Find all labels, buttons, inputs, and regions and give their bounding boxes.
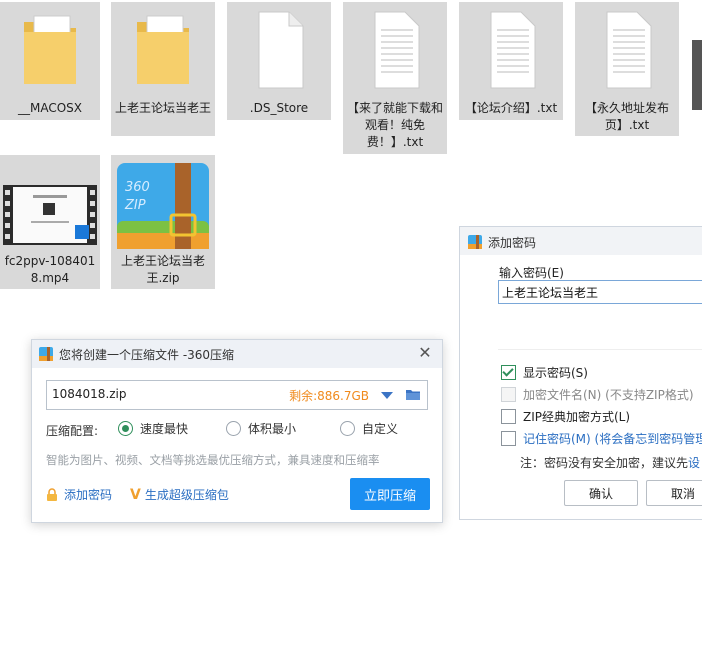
radio-selected[interactable] [118,421,133,436]
archive-filename-field[interactable]: 1084018.zip 剩余:886.7GB [46,380,428,410]
partial-video-icon [692,40,702,110]
setup-link[interactable]: 设 [688,456,700,470]
checkbox-label: ZIP经典加密方式(L) [523,410,631,424]
close-icon[interactable]: ✕ [416,344,434,362]
dialog-title: 您将创建一个压缩文件 -360压缩 [59,348,235,362]
file-tile[interactable]: 【永久地址发布页】.txt [575,2,679,136]
dialog-titlebar[interactable]: 您将创建一个压缩文件 -360压缩 ✕ [32,340,442,368]
checkbox-unchecked[interactable] [501,431,516,446]
add-password-label: 添加密码 [64,488,113,502]
radio-unselected[interactable] [226,421,241,436]
compress-dialog: 您将创建一个压缩文件 -360压缩 ✕ 1084018.zip 剩余:886.7… [31,339,443,523]
compress-now-button[interactable]: 立即压缩 [350,478,430,510]
confirm-button[interactable]: 确认 [564,480,638,506]
svg-text:ZIP: ZIP [124,198,146,213]
text-file-icon [343,8,447,94]
folder-browse-icon[interactable] [406,389,420,400]
archive-app-icon [39,347,53,361]
lock-icon [47,488,57,501]
password-label: 输入密码(E) [499,266,564,280]
show-password-checkbox[interactable]: 显示密码(S) [501,364,588,381]
blank-file-icon [227,8,331,94]
option-label: 体积最小 [248,422,297,436]
v-badge-icon: V [130,486,141,503]
file-tile[interactable]: 【论坛介绍】.txt [459,2,563,120]
password-value: 上老王论坛当老王 [502,286,599,300]
file-tile[interactable]: 上老王论坛当老王 [111,2,215,136]
make-super-archive-link[interactable]: V 生成超级压缩包 [130,486,229,503]
svg-text:360: 360 [125,180,150,195]
checkbox-unchecked[interactable] [501,409,516,424]
file-tile[interactable]: 【来了就能下载和观看！纯免费！】.txt [343,2,447,154]
file-tile[interactable]: 360 ZIP 上老王论坛当老王.zip [111,155,215,289]
password-area [498,305,702,350]
option-fastest[interactable]: 速度最快 [118,420,188,437]
file-tile[interactable]: __MACOSX [0,2,100,120]
checkbox-label: 显示密码(S) [523,366,588,380]
option-label: 自定义 [362,422,399,436]
dialog-titlebar[interactable]: 添加密码 [460,227,702,255]
password-input[interactable]: 上老王论坛当老王 [498,280,702,304]
file-tile[interactable]: .DS_Store [227,2,331,120]
zip-classic-encryption-checkbox[interactable]: ZIP经典加密方式(L) [501,408,630,425]
dialog-title: 添加密码 [488,236,537,250]
make-super-archive-label: 生成超级压缩包 [144,488,229,502]
add-password-dialog: 添加密码 输入密码(E) 上老王论坛当老王 显示密码(S) 加密文件名(N) (… [459,226,702,520]
checkbox-label: 加密文件名(N) (不支持ZIP格式) [523,388,694,402]
checkbox-label: 记住密码(M) (将会备忘到密码管理 [523,432,702,446]
folder-icon [0,8,100,94]
folder-icon [111,8,215,94]
chevron-down-icon[interactable] [381,392,393,399]
text-file-icon [459,8,563,94]
archive-filename[interactable]: 1084018.zip [52,387,127,401]
security-note: 注：密码没有安全加密，建议先设 [520,454,700,471]
remember-password-checkbox[interactable]: 记住密码(M) (将会备忘到密码管理 [501,430,702,447]
option-label: 速度最快 [140,422,189,436]
zip-archive-icon: 360 ZIP [111,161,215,249]
archive-app-icon [468,235,482,249]
encrypt-filename-checkbox: 加密文件名(N) (不支持ZIP格式) [501,386,694,403]
compress-config-label: 压缩配置: [46,424,99,438]
security-note-text: 注：密码没有安全加密，建议先 [520,456,689,470]
free-space-label: 剩余:886.7GB [289,389,369,403]
radio-unselected[interactable] [340,421,355,436]
option-custom[interactable]: 自定义 [340,420,398,437]
cancel-button[interactable]: 取消 [646,480,702,506]
compress-hint: 智能为图片、视频、文档等挑选最优压缩方式，兼具速度和压缩率 [46,453,380,467]
option-smallest[interactable]: 体积最小 [226,420,296,437]
text-file-icon [575,8,679,94]
file-tile[interactable]: fc2ppv-1084018.mp4 [0,155,100,289]
checkbox-disabled [501,387,516,402]
add-password-link[interactable]: 添加密码 [46,486,112,503]
checkbox-checked[interactable] [501,365,516,380]
